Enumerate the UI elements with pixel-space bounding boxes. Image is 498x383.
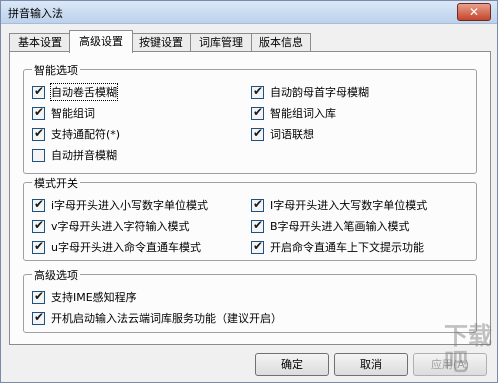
checkbox-I-uppercase-number-mode[interactable]: ✔ I字母开头进入大写数字单位模式	[251, 197, 427, 213]
checkbox-smart-compose-save[interactable]: ✔ 智能组词入库	[251, 105, 336, 121]
smart-options-group: 智能选项 ✔ 自动卷舌模糊 ✔ 自动韵母首字母模糊 ✔ 智能组词 ✔ 智能组词入库 ✔ 支…	[23, 62, 477, 174]
cancel-button[interactable]: 取消	[334, 353, 408, 376]
check-icon: ✔	[253, 217, 264, 232]
checkbox-box[interactable]: ✔	[32, 288, 45, 304]
checkbox-v-symbol-mode[interactable]: ✔ v字母开头进入字符输入模式	[32, 218, 190, 234]
checkbox-box[interactable]	[32, 148, 45, 162]
tab-advanced[interactable]: 高级设置	[69, 30, 133, 53]
close-button[interactable]: ✕	[457, 3, 491, 21]
checkbox-box[interactable]: ✔	[32, 309, 45, 325]
tab-version[interactable]: 版本信息	[251, 33, 311, 52]
checkbox-word-association[interactable]: ✔ 词语联想	[251, 126, 314, 142]
group-title: 模式开关	[32, 175, 80, 191]
checkbox-auto-pinyin-fuzzy[interactable]: 自动拼音模糊	[32, 147, 117, 163]
checkbox-box[interactable]: ✔	[251, 196, 264, 212]
checkbox-command-context-hint[interactable]: ✔ 开启命令直通车上下文提示功能	[251, 239, 424, 255]
checkbox-box[interactable]: ✔	[251, 217, 264, 233]
checkbox-i-lowercase-number-mode[interactable]: ✔ i字母开头进入小写数字单位模式	[32, 197, 208, 213]
settings-window: 拼音输入法 ✕ 基本设置 高级设置 按键设置 词库管理 版本信息 智能选项 ✔ 自…	[0, 0, 498, 383]
check-icon: ✔	[34, 125, 45, 140]
checkbox-auto-retroflex-fuzzy[interactable]: ✔ 自动卷舌模糊	[32, 83, 118, 101]
check-icon: ✔	[253, 83, 264, 98]
checkbox-box[interactable]: ✔	[32, 125, 45, 141]
check-icon: ✔	[34, 104, 45, 119]
ok-button[interactable]: 确定	[255, 353, 329, 376]
title-bar[interactable]: 拼音输入法 ✕	[1, 1, 497, 24]
checkbox-box[interactable]: ✔	[251, 104, 264, 120]
tab-basic[interactable]: 基本设置	[9, 33, 71, 52]
check-icon: ✔	[34, 217, 45, 232]
check-icon: ✔	[253, 125, 264, 140]
checkbox-box[interactable]: ✔	[32, 238, 45, 254]
checkbox-B-stroke-mode[interactable]: ✔ B字母开头进入笔画输入模式	[251, 218, 410, 234]
check-icon: ✔	[253, 238, 264, 253]
checkbox-u-command-mode[interactable]: ✔ u字母开头进入命令直通车模式	[32, 239, 201, 255]
watermark-logo: 下载吧	[444, 322, 492, 376]
check-icon: ✔	[253, 104, 264, 119]
close-icon: ✕	[468, 5, 480, 19]
check-icon: ✔	[34, 196, 45, 211]
checkbox-smart-compose[interactable]: ✔ 智能组词	[32, 105, 95, 121]
mode-switch-group: 模式开关 ✔ i字母开头进入小写数字单位模式 ✔ I字母开头进入大写数字单位模式 ✔…	[23, 175, 477, 261]
check-icon: ✔	[253, 196, 264, 211]
tab-keys[interactable]: 按键设置	[131, 33, 191, 52]
checkbox-box[interactable]: ✔	[32, 196, 45, 212]
checkbox-wildcard[interactable]: ✔ 支持通配符(*)	[32, 126, 120, 142]
checkbox-box[interactable]: ✔	[251, 238, 264, 254]
checkbox-box[interactable]: ✔	[32, 104, 45, 120]
tab-dictionary[interactable]: 词库管理	[190, 33, 252, 52]
checkbox-box[interactable]: ✔	[251, 83, 264, 99]
check-icon: ✔	[34, 238, 45, 253]
group-title: 高级选项	[32, 267, 80, 283]
checkbox-auto-final-initial-fuzzy[interactable]: ✔ 自动韵母首字母模糊	[251, 84, 369, 100]
checkbox-box[interactable]: ✔	[32, 83, 45, 99]
check-icon: ✔	[34, 83, 45, 98]
check-icon: ✔	[34, 288, 45, 303]
advanced-options-group: 高级选项 ✔ 支持IME感知程序 ✔ 开机启动输入法云端词库服务功能（建议开启）	[23, 267, 477, 333]
checkbox-box[interactable]: ✔	[32, 217, 45, 233]
group-title: 智能选项	[32, 62, 80, 78]
tab-panel: 智能选项 ✔ 自动卷舌模糊 ✔ 自动韵母首字母模糊 ✔ 智能组词 ✔ 智能组词入库 ✔ 支…	[9, 51, 491, 345]
check-icon: ✔	[34, 309, 45, 324]
checkbox-box[interactable]: ✔	[251, 125, 264, 141]
checkbox-ime-aware[interactable]: ✔ 支持IME感知程序	[32, 289, 137, 305]
window-title: 拼音输入法	[8, 7, 63, 20]
checkbox-cloud-dictionary-startup[interactable]: ✔ 开机启动输入法云端词库服务功能（建议开启）	[32, 310, 282, 326]
